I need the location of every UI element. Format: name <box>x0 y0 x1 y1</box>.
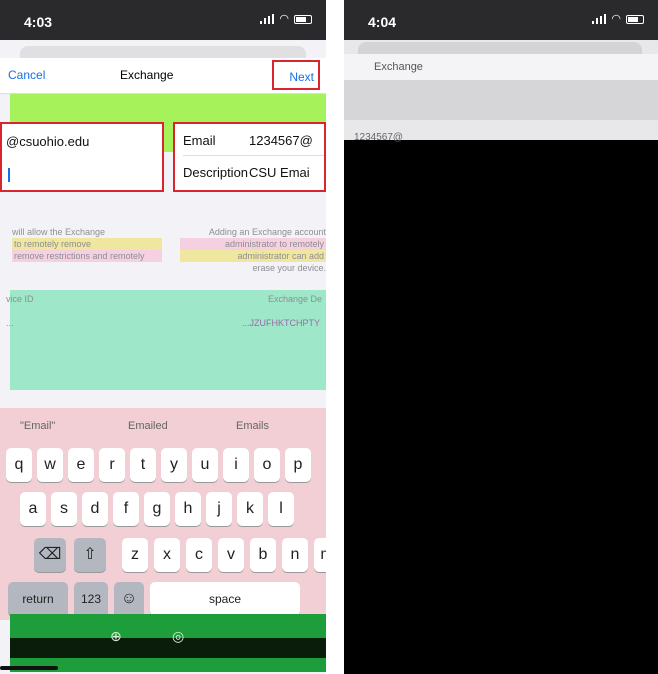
exchange-device-label: Exchange De <box>267 294 322 304</box>
description-value[interactable]: CSU Emai <box>249 165 310 180</box>
notice-line: to remotely remove <box>12 238 162 250</box>
key-h[interactable]: h <box>175 492 201 526</box>
text-cursor <box>8 168 10 182</box>
key-y[interactable]: y <box>161 448 187 482</box>
battery-icon <box>294 14 312 24</box>
right-phone-screenshot: 4:04 ◠ Exchange 1234567@ <box>344 0 658 674</box>
key-d[interactable]: d <box>82 492 108 526</box>
key-j[interactable]: j <box>206 492 232 526</box>
notice-line: remove restrictions and remotely <box>12 250 162 262</box>
exchange-notice-left: will allow the Exchange to remotely remo… <box>12 226 162 262</box>
account-form: Email 1234567@ DescriptionCSU Emai <box>173 122 326 192</box>
key-q[interactable]: q <box>6 448 32 482</box>
key-w[interactable]: w <box>37 448 63 482</box>
wifi-icon: ◠ <box>611 13 621 25</box>
device-id-label: vice ID <box>6 294 34 304</box>
shift-icon: ⇧ <box>83 546 97 563</box>
key-r[interactable]: r <box>99 448 125 482</box>
key-n[interactable]: n <box>282 538 308 572</box>
status-bar: 4:04 ◠ <box>344 0 658 40</box>
key-v[interactable]: v <box>218 538 244 572</box>
key-c[interactable]: c <box>186 538 212 572</box>
email-label: Email <box>183 133 216 148</box>
suggestion-2[interactable]: Emailed <box>128 420 168 432</box>
exchange-sheet-loading: Exchange 1234567@ <box>344 40 658 143</box>
email-input-card[interactable]: @csuohio.edu <box>0 122 164 192</box>
email-row[interactable]: Email 1234567@ <box>183 126 324 156</box>
delete-icon: ⌫ <box>38 546 62 563</box>
keyboard: "Email" Emailed Emails qwertyuiop asdfghj… <box>0 408 326 620</box>
key-l[interactable]: l <box>268 492 294 526</box>
key-k[interactable]: k <box>237 492 263 526</box>
return-key[interactable]: return <box>8 582 68 616</box>
key-b[interactable]: b <box>250 538 276 572</box>
notice-line: Adding an Exchange account <box>208 227 326 237</box>
key-p[interactable]: p <box>285 448 311 482</box>
signal-icon <box>260 14 275 24</box>
key-u[interactable]: u <box>192 448 218 482</box>
status-icons: ◠ <box>592 13 644 25</box>
email-input-value[interactable]: @csuohio.edu <box>6 134 89 149</box>
status-time: 4:04 <box>368 14 397 30</box>
suggestion-3[interactable]: Emails <box>236 420 269 432</box>
notice-line: administrator to remotely <box>180 238 326 250</box>
delete-key[interactable]: ⌫ <box>34 538 66 572</box>
globe-icon[interactable]: ⊕ <box>110 628 122 645</box>
wifi-icon: ◠ <box>279 13 289 25</box>
nav-title: Exchange <box>120 68 174 82</box>
key-g[interactable]: g <box>144 492 170 526</box>
key-f[interactable]: f <box>113 492 139 526</box>
emoji-key[interactable]: ☺ <box>114 582 144 616</box>
shift-key[interactable]: ⇧ <box>74 538 106 572</box>
key-a[interactable]: a <box>20 492 46 526</box>
cancel-button[interactable]: Cancel <box>8 68 45 82</box>
description-row[interactable]: DescriptionCSU Emai <box>183 158 324 188</box>
status-time: 4:03 <box>24 14 53 30</box>
key-x[interactable]: x <box>154 538 180 572</box>
left-phone-screenshot: 4:03 ◠ Cancel Exchange Next @csuohio.edu… <box>0 0 326 674</box>
loading-band <box>344 80 658 120</box>
home-indicator <box>0 666 58 670</box>
nav-bar: Cancel Exchange Next <box>0 58 326 94</box>
email-row: 1234567@ <box>354 132 404 143</box>
key-o[interactable]: o <box>254 448 280 482</box>
device-id-value: ... <box>6 318 14 328</box>
notice-line: erase your device. <box>252 263 326 273</box>
suggestion-1[interactable]: "Email" <box>20 420 55 432</box>
exchange-device-value: ...JZUFHKTCHPTY <box>242 318 320 328</box>
next-button[interactable]: Next <box>272 60 320 90</box>
nav-title: Exchange <box>374 61 423 73</box>
microphone-icon[interactable]: ◎ <box>172 628 184 645</box>
email-value[interactable]: 1234567@ <box>249 133 313 148</box>
key-z[interactable]: z <box>122 538 148 572</box>
key-i[interactable]: i <box>223 448 249 482</box>
status-icons: ◠ <box>260 13 312 25</box>
notice-line: will allow the Exchange <box>12 227 106 237</box>
numbers-key[interactable]: 123 <box>74 582 108 616</box>
notice-line: administrator can add <box>180 250 326 262</box>
nav-bar: Exchange <box>344 54 658 80</box>
battery-icon <box>626 14 644 24</box>
exchange-notice-right: Adding an Exchange account administrator… <box>180 226 326 274</box>
key-t[interactable]: t <box>130 448 156 482</box>
key-e[interactable]: e <box>68 448 94 482</box>
emoji-icon: ☺ <box>120 590 138 607</box>
signal-icon <box>592 14 607 24</box>
key-s[interactable]: s <box>51 492 77 526</box>
exchange-sheet: Cancel Exchange Next @csuohio.edu Email 1… <box>0 40 326 674</box>
bottom-bar-strip <box>10 638 326 658</box>
description-label: Description <box>183 165 249 180</box>
key-m[interactable]: m <box>314 538 326 572</box>
space-key[interactable]: space <box>150 582 300 616</box>
sheet-grabber <box>358 42 642 54</box>
device-id-section <box>10 290 326 390</box>
status-bar: 4:03 ◠ <box>0 0 326 40</box>
